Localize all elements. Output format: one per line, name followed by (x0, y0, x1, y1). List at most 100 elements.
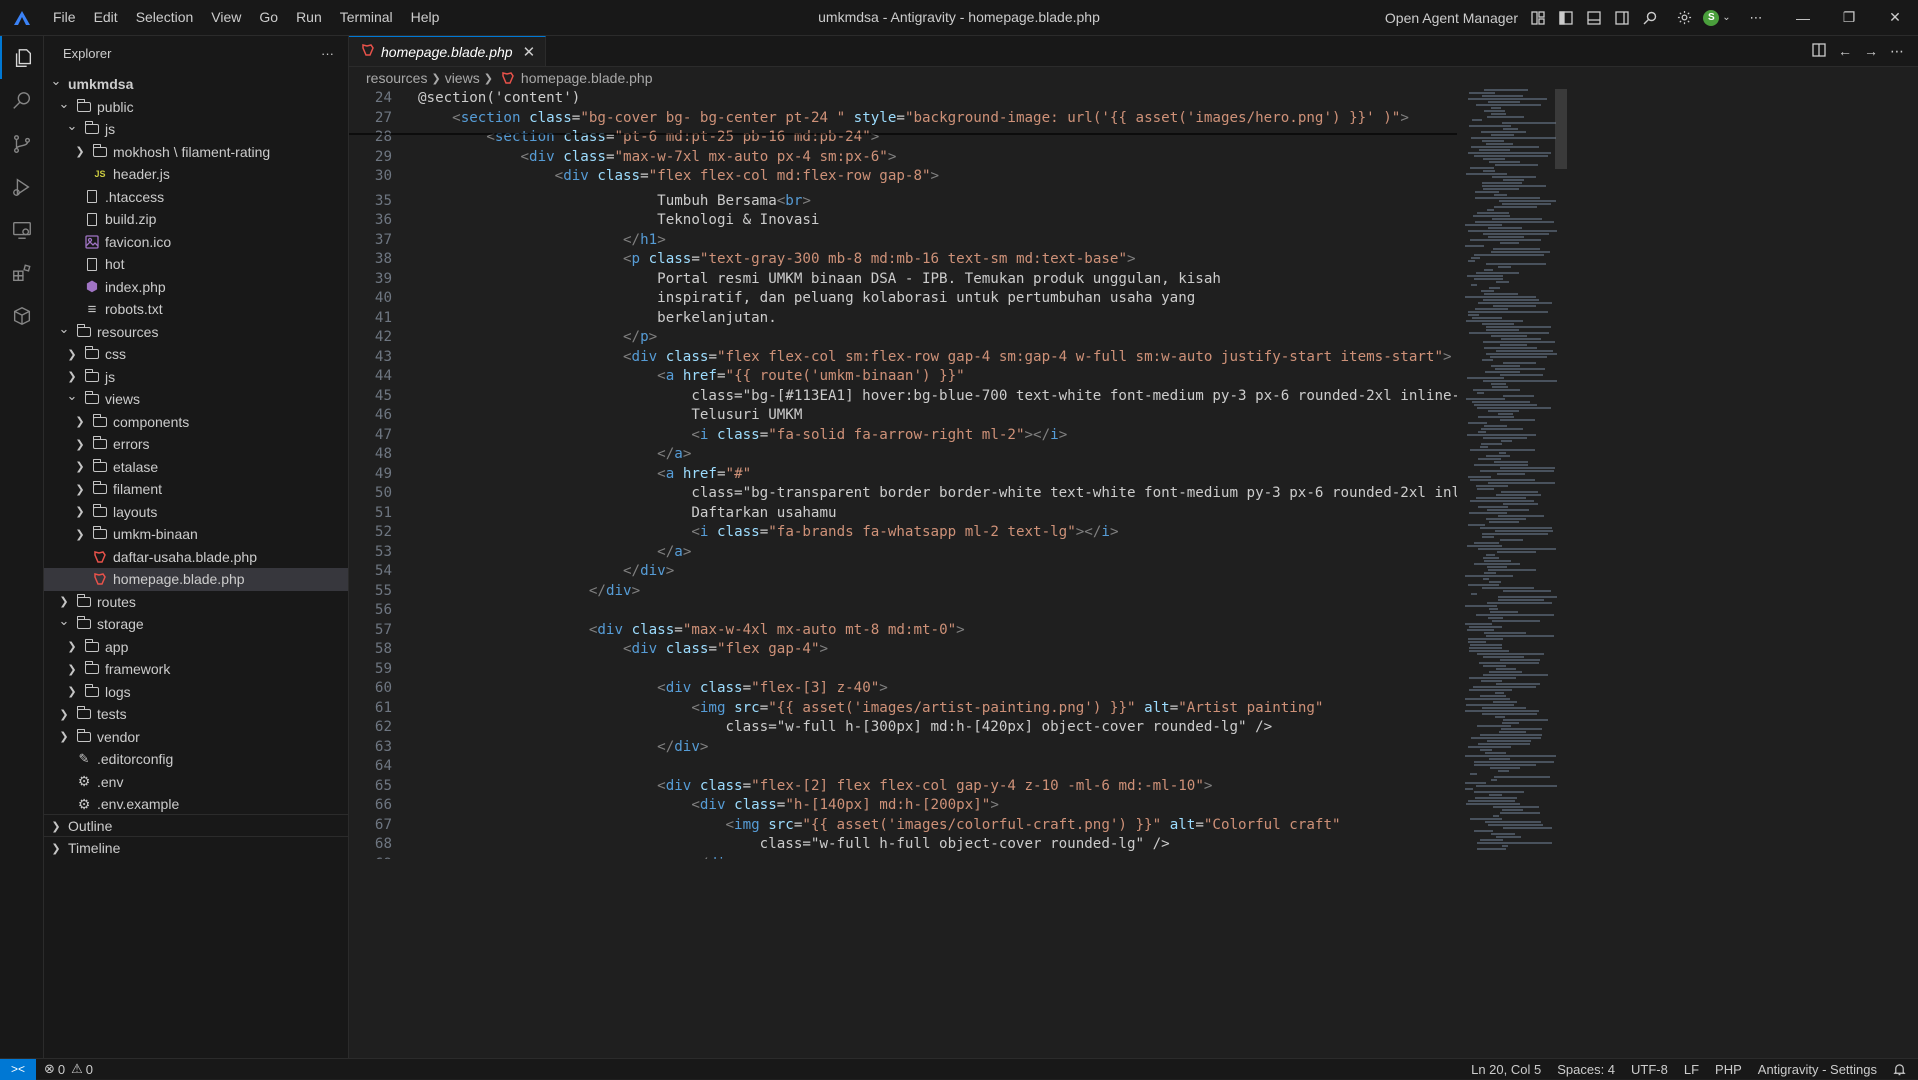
tree-item[interactable]: ⌄ js (44, 118, 348, 141)
code-line[interactable]: 41 berkelanjutan. (349, 309, 1457, 329)
search-icon[interactable] (1638, 6, 1662, 30)
tree-item[interactable]: ❯ css (44, 343, 348, 366)
code-line[interactable]: 52 <i class="fa-brands fa-whatsapp ml-2 … (349, 523, 1457, 543)
tree-item[interactable]: favicon.ico (44, 231, 348, 254)
code-line[interactable]: 44 <a href="{{ route('umkm-binaan') }}" (349, 367, 1457, 387)
line-ending[interactable]: LF (1676, 1062, 1707, 1077)
code-line[interactable]: 51 Daftarkan usahamu (349, 504, 1457, 524)
sticky-code-line[interactable]: 30 <div class="flex flex-col md:flex-row… (349, 167, 1457, 187)
settings-gear-icon[interactable] (1672, 6, 1696, 30)
code-line[interactable]: 36 Teknologi & Inovasi (349, 211, 1457, 231)
tree-item[interactable]: JS header.js (44, 163, 348, 186)
code-line[interactable]: 66 <div class="h-[140px] md:h-[200px]"> (349, 796, 1457, 816)
encoding[interactable]: UTF-8 (1623, 1062, 1676, 1077)
tree-item[interactable]: ❯ vendor (44, 726, 348, 749)
tree-item[interactable]: ❯ errors (44, 433, 348, 456)
tree-item[interactable]: homepage.blade.php (44, 568, 348, 591)
code-line[interactable]: 43 <div class="flex flex-col sm:flex-row… (349, 348, 1457, 368)
code-line[interactable]: 47 <i class="fa-solid fa-arrow-right ml-… (349, 426, 1457, 446)
antigravity-settings[interactable]: Antigravity - Settings (1750, 1062, 1885, 1077)
code-line[interactable]: 56 (349, 601, 1457, 621)
cursor-position[interactable]: Ln 20, Col 5 (1463, 1062, 1549, 1077)
menu-terminal[interactable]: Terminal (331, 0, 402, 35)
tree-item[interactable]: ❯ layouts (44, 501, 348, 524)
tree-item[interactable]: ❯ mokhosh \ filament-rating (44, 141, 348, 164)
menu-help[interactable]: Help (402, 0, 449, 35)
tree-item[interactable]: ≡ robots.txt (44, 298, 348, 321)
menu-run[interactable]: Run (287, 0, 331, 35)
sticky-code-line[interactable]: 27 <section class="bg-cover bg- bg-cente… (349, 108, 1457, 128)
close-icon[interactable]: ✕ (523, 43, 536, 61)
code-line[interactable]: 48 </a> (349, 445, 1457, 465)
tree-item[interactable]: hot (44, 253, 348, 276)
tree-item[interactable]: ❯ framework (44, 658, 348, 681)
code-line[interactable]: 49 <a href="#" (349, 465, 1457, 485)
code-editor[interactable]: 24 @section('content') 27 <section class="… (349, 89, 1457, 859)
restore-button[interactable]: ❐ (1826, 0, 1872, 35)
tree-item[interactable]: ⌄ public (44, 96, 348, 119)
tree-item[interactable]: ⚙ .env (44, 771, 348, 794)
code-line[interactable]: 54 </div> (349, 562, 1457, 582)
code-line[interactable]: 69 </div> (349, 855, 1457, 860)
code-line[interactable]: 40 inspiratif, dan peluang kolaborasi un… (349, 289, 1457, 309)
tree-item[interactable]: ❯ components (44, 411, 348, 434)
run-debug-icon[interactable] (0, 165, 43, 208)
search-icon[interactable] (0, 79, 43, 122)
code-line[interactable]: 37 </h1> (349, 231, 1457, 251)
remote-indicator-icon[interactable]: >< (0, 1058, 36, 1080)
language-mode[interactable]: PHP (1707, 1062, 1750, 1077)
problems-status[interactable]: ⊗ 0 ⚠ 0 (36, 1061, 101, 1077)
code-line[interactable]: 55 </div> (349, 582, 1457, 602)
code-line[interactable]: 53 </a> (349, 543, 1457, 563)
outline-section[interactable]: ❯ Outline (44, 814, 348, 837)
code-line[interactable]: 45 class="bg-[#113EA1] hover:bg-blue-700… (349, 387, 1457, 407)
more-actions-icon[interactable]: ⋯ (1744, 6, 1768, 30)
code-line[interactable]: 64 (349, 757, 1457, 777)
close-window-button[interactable]: ✕ (1872, 0, 1918, 35)
code-line[interactable]: 58 <div class="flex gap-4"> (349, 640, 1457, 660)
timeline-section[interactable]: ❯ Timeline (44, 836, 348, 859)
breadcrumb-file[interactable]: homepage.blade.php (521, 70, 653, 86)
code-line[interactable]: 63 </div> (349, 738, 1457, 758)
code-line[interactable]: 68 class="w-full h-full object-cover rou… (349, 835, 1457, 855)
explorer-files-icon[interactable] (0, 36, 43, 79)
code-line[interactable]: 38 <p class="text-gray-300 mb-8 md:mb-16… (349, 250, 1457, 270)
sticky-code-line[interactable]: 28 <section class="pt-6 md:pt-25 pb-16 m… (349, 128, 1457, 148)
tree-item[interactable]: ⌄ umkmdsa (44, 73, 348, 96)
more-actions-icon[interactable]: ⋯ (1884, 43, 1910, 60)
code-line[interactable]: 39 Portal resmi UMKM binaan DSA - IPB. T… (349, 270, 1457, 290)
code-line[interactable]: 35 Tumbuh Bersama<br> (349, 192, 1457, 212)
tree-item[interactable]: ❯ etalase (44, 456, 348, 479)
tree-item[interactable]: .htaccess (44, 186, 348, 209)
code-line[interactable]: 42 </p> (349, 328, 1457, 348)
account-menu[interactable]: S ⌄ (1700, 6, 1734, 30)
menu-edit[interactable]: Edit (85, 0, 127, 35)
layout-grid-icon[interactable] (1526, 6, 1550, 30)
package-box-icon[interactable] (0, 294, 43, 337)
vertical-scrollbar[interactable] (1555, 89, 1567, 169)
code-line[interactable]: 46 Telusuri UMKM (349, 406, 1457, 426)
tree-item[interactable]: ⬢ index.php (44, 276, 348, 299)
code-line[interactable]: 62 class="w-full h-[300px] md:h-[420px] … (349, 718, 1457, 738)
tree-item[interactable]: ❯ tests (44, 703, 348, 726)
code-line[interactable]: 59 (349, 660, 1457, 680)
tree-item[interactable]: ⌄ storage (44, 613, 348, 636)
toggle-secondary-sidebar-icon[interactable] (1610, 6, 1634, 30)
remote-explorer-icon[interactable] (0, 208, 43, 251)
code-line[interactable]: 67 <img src="{{ asset('images/colorful-c… (349, 816, 1457, 836)
tree-item[interactable]: ❯ umkm-binaan (44, 523, 348, 546)
tab-homepage-blade[interactable]: homepage.blade.php ✕ (349, 36, 547, 66)
tree-item[interactable]: ❯ app (44, 636, 348, 659)
source-control-icon[interactable] (0, 122, 43, 165)
open-agent-manager-button[interactable]: Open Agent Manager (1379, 10, 1524, 26)
sticky-code-line[interactable]: 24 @section('content') (349, 89, 1457, 109)
breadcrumb-views[interactable]: views (445, 70, 480, 86)
code-line[interactable]: 60 <div class="flex-[3] z-40"> (349, 679, 1457, 699)
split-editor-icon[interactable] (1806, 42, 1832, 60)
breadcrumb-resources[interactable]: resources (366, 70, 427, 86)
indentation[interactable]: Spaces: 4 (1549, 1062, 1623, 1077)
tree-item[interactable]: daftar-usaha.blade.php (44, 546, 348, 569)
tree-item[interactable]: ⌄ resources (44, 321, 348, 344)
sticky-code-line[interactable]: 29 <div class="max-w-7xl mx-auto px-4 sm… (349, 147, 1457, 167)
menu-file[interactable]: File (44, 0, 85, 35)
